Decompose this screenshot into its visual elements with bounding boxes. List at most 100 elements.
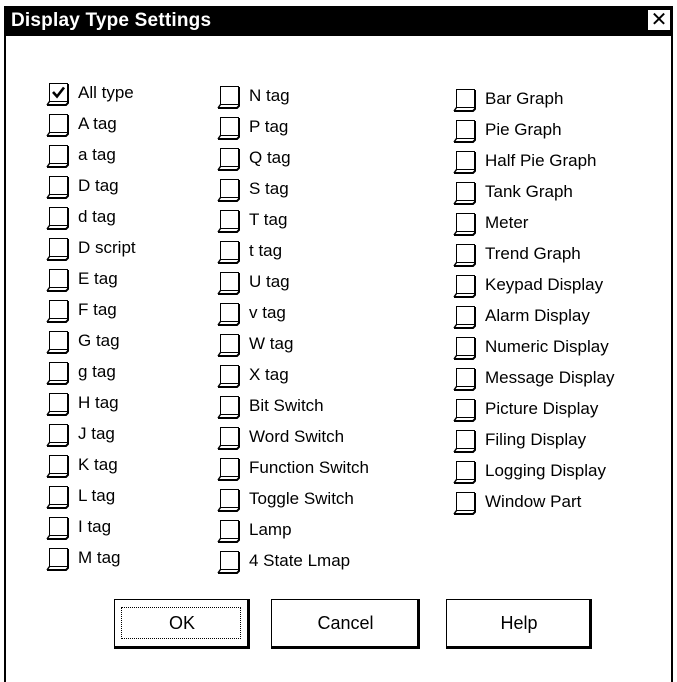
checkbox-label: a tag xyxy=(78,145,116,164)
checkbox-icon[interactable] xyxy=(217,457,243,481)
checkbox-label: v tag xyxy=(249,303,286,322)
checkbox-label: Toggle Switch xyxy=(249,489,354,508)
checkbox-icon[interactable] xyxy=(46,268,72,292)
checkbox-checked-icon[interactable] xyxy=(46,82,72,106)
ok-button[interactable]: OK xyxy=(114,599,250,649)
checkbox-label: Word Switch xyxy=(249,427,345,446)
checkbox-label: g tag xyxy=(78,362,116,381)
checkbox-label: P tag xyxy=(249,117,289,136)
checkbox-icon[interactable] xyxy=(217,178,243,202)
checkbox-label: Logging Display xyxy=(485,461,606,480)
checkbox-icon[interactable] xyxy=(46,237,72,261)
checkbox-label: All type xyxy=(78,83,134,102)
checkbox-icon[interactable] xyxy=(46,175,72,199)
checkbox-label: J tag xyxy=(78,424,115,443)
checkbox-label: G tag xyxy=(78,331,120,350)
checkbox-icon[interactable] xyxy=(46,547,72,571)
checkbox-icon[interactable] xyxy=(46,454,72,478)
checkbox-icon[interactable] xyxy=(453,150,479,174)
checkbox-label: S tag xyxy=(249,179,289,198)
checkbox-label: Message Display xyxy=(485,368,615,387)
checkbox-icon[interactable] xyxy=(46,516,72,540)
checkbox-label: I tag xyxy=(78,517,112,536)
checkbox-label: X tag xyxy=(249,365,289,384)
checkbox-label: Bar Graph xyxy=(485,89,564,108)
checkbox-icon[interactable] xyxy=(46,330,72,354)
checkbox-icon[interactable] xyxy=(453,305,479,329)
close-icon: ✕ xyxy=(650,9,668,31)
dialog-border-right xyxy=(671,36,673,682)
checkbox-label: t tag xyxy=(249,241,283,260)
checkbox-label: W tag xyxy=(249,334,294,353)
checkbox-icon[interactable] xyxy=(453,274,479,298)
checkbox-icon[interactable] xyxy=(453,212,479,236)
checkbox-icon[interactable] xyxy=(217,271,243,295)
checkbox-icon[interactable] xyxy=(453,336,479,360)
checkbox-icon[interactable] xyxy=(453,429,479,453)
checkbox-label: Bit Switch xyxy=(249,396,324,415)
checkbox-icon[interactable] xyxy=(46,144,72,168)
checkbox-label: Tank Graph xyxy=(485,182,573,201)
checkbox-label: D tag xyxy=(78,176,119,195)
checkbox-label: T tag xyxy=(249,210,288,229)
checkbox-icon[interactable] xyxy=(46,392,72,416)
checkbox-label: N tag xyxy=(249,86,290,105)
checkbox-icon[interactable] xyxy=(453,243,479,267)
title-bar: Display Type Settings ✕ xyxy=(4,6,673,36)
checkbox-label: Alarm Display xyxy=(485,306,590,325)
checkbox-icon[interactable] xyxy=(217,147,243,171)
checkbox-icon[interactable] xyxy=(453,181,479,205)
checkbox-label: Lamp xyxy=(249,520,292,539)
checkbox-icon[interactable] xyxy=(217,333,243,357)
checkbox-label: L tag xyxy=(78,486,116,505)
checkbox-icon[interactable] xyxy=(217,550,243,574)
checkbox-label: Window Part xyxy=(485,492,582,511)
checkbox-icon[interactable] xyxy=(217,519,243,543)
checkbox-icon[interactable] xyxy=(217,395,243,419)
checkbox-icon[interactable] xyxy=(453,367,479,391)
checkbox-icon[interactable] xyxy=(453,88,479,112)
checkbox-label: Filing Display xyxy=(485,430,587,449)
checkbox-icon[interactable] xyxy=(46,206,72,230)
checkbox-label: Keypad Display xyxy=(485,275,604,294)
checkbox-icon[interactable] xyxy=(217,240,243,264)
checkbox-icon[interactable] xyxy=(46,361,72,385)
checkbox-icon[interactable] xyxy=(217,302,243,326)
checkbox-label: D script xyxy=(78,238,136,257)
help-button[interactable]: Help xyxy=(446,599,592,649)
cancel-button-label: Cancel xyxy=(317,613,374,633)
display-type-settings-dialog: Display Type Settings ✕ All type A tag a t… xyxy=(0,0,677,682)
checkbox-label: M tag xyxy=(78,548,121,567)
checkbox-label: d tag xyxy=(78,207,116,226)
checkbox-label: H tag xyxy=(78,393,119,412)
help-button-label: Help xyxy=(500,613,538,633)
checkbox-icon[interactable] xyxy=(217,116,243,140)
checkbox-icon[interactable] xyxy=(46,423,72,447)
checkbox-label: Half Pie Graph xyxy=(485,151,597,170)
checkbox-icon[interactable] xyxy=(217,426,243,450)
checkbox-label: U tag xyxy=(249,272,290,291)
close-button[interactable]: ✕ xyxy=(647,9,671,31)
checkbox-icon[interactable] xyxy=(46,299,72,323)
checkbox-label: Meter xyxy=(485,213,529,232)
checkbox-icon[interactable] xyxy=(217,488,243,512)
checkbox-icon[interactable] xyxy=(453,119,479,143)
checkbox-label: Trend Graph xyxy=(485,244,581,263)
checkbox-label: Function Switch xyxy=(249,458,369,477)
checkbox-label: K tag xyxy=(78,455,118,474)
dialog-border-left xyxy=(4,36,6,682)
checkbox-label: Pie Graph xyxy=(485,120,562,139)
checkbox-label: E tag xyxy=(78,269,118,288)
checkbox-icon[interactable] xyxy=(453,491,479,515)
checkbox-icon[interactable] xyxy=(453,460,479,484)
checkbox-icon[interactable] xyxy=(217,209,243,233)
cancel-button[interactable]: Cancel xyxy=(271,599,420,649)
checkbox-icon[interactable] xyxy=(46,113,72,137)
checkbox-icon[interactable] xyxy=(217,364,243,388)
checkbox-label: F tag xyxy=(78,300,117,319)
checkbox-label: 4 State Lmap xyxy=(249,551,351,570)
checkbox-label: Picture Display xyxy=(485,399,599,418)
checkbox-icon[interactable] xyxy=(46,485,72,509)
checkbox-icon[interactable] xyxy=(453,398,479,422)
checkbox-icon[interactable] xyxy=(217,85,243,109)
